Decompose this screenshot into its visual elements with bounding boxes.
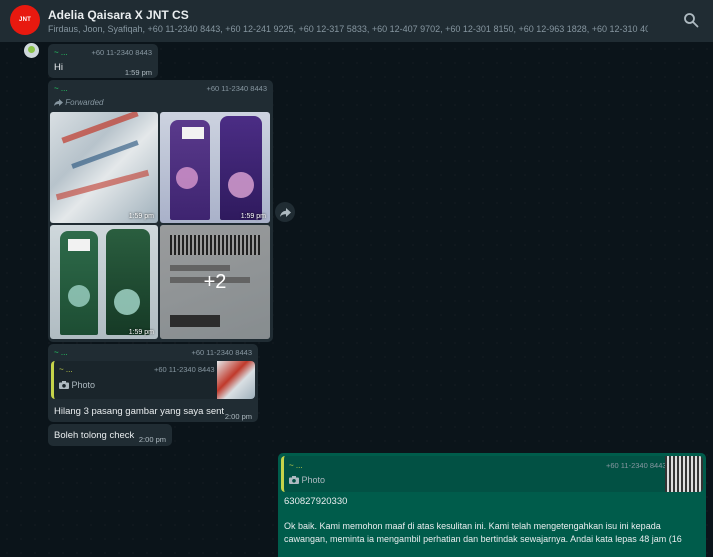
quoted-sender: ~ ... (59, 365, 73, 374)
sender-phone: +60 11-2340 8443 (206, 84, 267, 93)
participants-list: Firdaus, Joon, Syafiqah, +60 11-2340 844… (48, 24, 648, 34)
message-time: 2:00 pm (138, 435, 166, 444)
album-image[interactable]: 1:59 pm (50, 225, 158, 339)
message-list[interactable]: ~ ... +60 11-2340 8443 Hi 1:59 pm ~ ... … (0, 42, 713, 557)
message-text: Ok baik. Kami memohon maaf di atas kesul… (284, 521, 682, 544)
forwarded-label: Forwarded (54, 98, 103, 107)
image-time: 1:59 pm (128, 329, 154, 336)
quoted-photo-label: Photo (59, 380, 95, 390)
forward-button[interactable] (275, 202, 295, 222)
image-time: 1:59 pm (240, 213, 266, 220)
avatar-logo-text: JNT (19, 17, 31, 23)
quoted-phone: +60 11-2340 8443 (154, 365, 215, 374)
sender-avatar[interactable] (24, 43, 39, 58)
quoted-thumbnail (665, 456, 703, 492)
chat-title[interactable]: Adelia Qaisara X JNT CS (48, 8, 189, 22)
quoted-phone: +60 11-2340 8443 (606, 461, 667, 470)
quoted-message[interactable]: ~ ... +60 11-2340 8443 Photo (281, 456, 703, 492)
image-time: 1:59 pm (128, 213, 154, 220)
album-image[interactable]: 1:59 pm (50, 112, 158, 223)
quoted-photo-text: Photo (71, 380, 96, 390)
group-avatar[interactable]: JNT (10, 5, 40, 35)
search-icon[interactable] (683, 12, 699, 28)
sender-name[interactable]: ~ ... (54, 84, 68, 93)
forwarded-album-bubble[interactable]: ~ ... +60 11-2340 8443 Forwarded 1:59 pm… (48, 80, 273, 342)
message-text: Boleh tolong check (54, 430, 135, 441)
quoted-thumbnail (217, 361, 255, 399)
message-bubble[interactable]: Boleh tolong check 2:00 pm (48, 424, 172, 446)
message-text: Hi (54, 62, 63, 73)
message-bubble[interactable]: ~ ... +60 11-2340 8443 Hi 1:59 pm (48, 44, 158, 78)
outgoing-reply-bubble[interactable]: ~ ... +60 11-2340 8443 Photo 63082792033… (278, 453, 706, 557)
sender-name[interactable]: ~ ... (54, 48, 68, 57)
camera-icon (59, 381, 69, 389)
album-image-more[interactable]: +2 (160, 225, 270, 339)
message-text: Hilang 3 pasang gambar yang saya sent (54, 406, 225, 417)
sender-name[interactable]: ~ ... (54, 348, 68, 357)
more-images-overlay[interactable]: +2 (160, 225, 270, 339)
forwarded-icon (54, 99, 63, 106)
message-time: 2:00 pm (224, 412, 252, 421)
tracking-number: 630827920330 (284, 496, 348, 507)
message-time: 1:59 pm (124, 68, 152, 77)
quoted-sender: ~ ... (289, 461, 303, 470)
quoted-photo-label: Photo (289, 475, 325, 485)
forwarded-text: Forwarded (65, 98, 104, 107)
quoted-message[interactable]: ~ ... +60 11-2340 8443 Photo (51, 361, 255, 399)
quoted-photo-text: Photo (301, 475, 326, 485)
chat-header[interactable]: JNT Adelia Qaisara X JNT CS Firdaus, Joo… (0, 0, 713, 42)
sender-phone: +60 11-2340 8443 (91, 48, 152, 57)
forward-icon (279, 207, 291, 217)
reply-message-bubble[interactable]: ~ ... +60 11-2340 8443 ~ ... +60 11-2340… (48, 344, 258, 422)
album-image[interactable]: 1:59 pm (160, 112, 270, 223)
sender-phone: +60 11-2340 8443 (191, 348, 252, 357)
camera-icon (289, 476, 299, 484)
